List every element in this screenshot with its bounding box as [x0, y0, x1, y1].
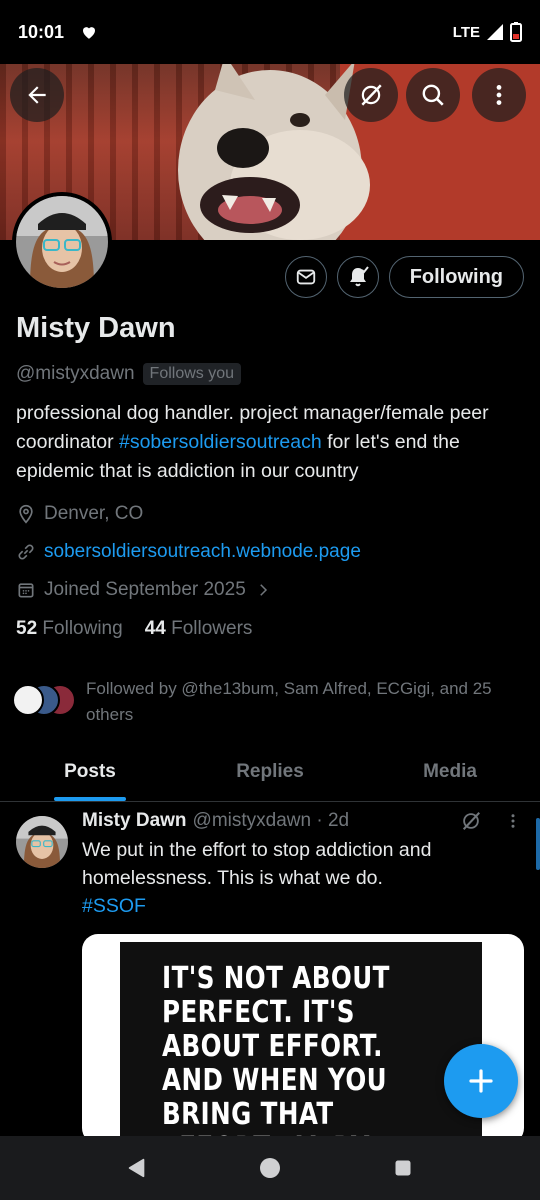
notifications-button[interactable]	[336, 256, 379, 298]
link-icon	[18, 544, 34, 560]
profile-bio: professional dog handler. project manage…	[16, 399, 524, 486]
follows-you-badge: Follows you	[142, 363, 242, 385]
more-button[interactable]	[472, 68, 526, 122]
post-image[interactable]: IT'S NOT ABOUT PERFECT. IT'S ABOUT EFFOR…	[82, 934, 524, 1144]
compose-button[interactable]	[444, 1044, 518, 1118]
back-arrow-icon	[28, 86, 46, 104]
followed-by-text: Followed by @the13bum, Sam Alfred, ECGig…	[86, 679, 492, 724]
status-bar: 10:01 LTE	[0, 0, 540, 64]
nav-recents-button[interactable]	[383, 1148, 423, 1188]
followers-label: Followers	[171, 618, 253, 639]
profile-info: Misty Dawn @mistyxdawn Follows you profe…	[16, 312, 524, 640]
message-button[interactable]	[284, 256, 327, 298]
post-avatar[interactable]	[16, 816, 68, 868]
more-vertical-icon	[496, 85, 502, 105]
following-label: Following	[42, 618, 123, 639]
follower-avatar	[12, 684, 44, 716]
search-button[interactable]	[406, 68, 460, 122]
circle-home-icon	[259, 1158, 280, 1178]
profile-website-link[interactable]: sobersoldiersoutreach.webnode.page	[44, 541, 361, 563]
plus-icon	[469, 1069, 493, 1093]
website-row: sobersoldiersoutreach.webnode.page	[16, 538, 524, 566]
chevron-right-icon	[259, 584, 267, 596]
status-time: 10:01	[18, 21, 65, 42]
quote-image-text: IT'S NOT ABOUT PERFECT. IT'S ABOUT EFFOR…	[162, 961, 390, 1145]
grok-icon[interactable]	[460, 810, 482, 832]
profile-joined: Joined September 2025	[44, 579, 246, 600]
grok-icon	[361, 84, 382, 106]
followers-count: 44	[144, 618, 166, 639]
post-text-body: We put in the effort to stop addiction a…	[82, 839, 432, 889]
profile-avatar[interactable]	[12, 192, 112, 292]
following-count: 52	[16, 618, 38, 639]
profile-tabs: Posts Replies Media	[0, 742, 540, 802]
followed-by-row[interactable]: Followed by @the13bum, Sam Alfred, ECGig…	[12, 676, 528, 728]
location-row: Denver, CO	[16, 500, 524, 528]
post-text: We put in the effort to stop addiction a…	[82, 836, 522, 920]
nav-home-button[interactable]	[250, 1148, 290, 1188]
heart-icon	[83, 27, 96, 39]
post-more-icon[interactable]	[504, 812, 522, 830]
profile-actions: Following	[284, 256, 524, 298]
post-hashtag-link[interactable]: #SSOF	[82, 895, 146, 917]
joined-row[interactable]: Joined September 2025	[16, 576, 524, 604]
signal-icon	[487, 24, 503, 40]
followers-avatar-stack	[12, 684, 76, 720]
calendar-icon	[18, 583, 34, 598]
follow-counts: 52 Following 44 Followers	[16, 618, 524, 640]
tab-replies[interactable]: Replies	[180, 742, 360, 801]
tab-media[interactable]: Media	[360, 742, 540, 801]
battery-icon	[510, 22, 522, 42]
quote-image: IT'S NOT ABOUT PERFECT. IT'S ABOUT EFFOR…	[120, 942, 482, 1144]
following-button[interactable]: Following	[388, 256, 524, 298]
post-author[interactable]: Misty Dawn	[82, 810, 187, 832]
grok-button[interactable]	[344, 68, 398, 122]
square-recents-icon	[395, 1160, 411, 1176]
scroll-indicator	[536, 818, 540, 870]
bio-hashtag-link[interactable]: #sobersoldiersoutreach	[119, 431, 322, 453]
search-icon	[422, 84, 444, 106]
post-header: Misty Dawn @mistyxdawn · 2d	[82, 810, 522, 832]
post-avatar-photo	[16, 816, 68, 868]
bell-check-icon	[349, 266, 369, 287]
back-button[interactable]	[10, 68, 64, 122]
avatar-photo	[16, 196, 108, 288]
following-count-link[interactable]: 52 Following	[16, 618, 123, 640]
tab-posts[interactable]: Posts	[0, 742, 180, 801]
followers-count-link[interactable]: 44 Followers	[145, 618, 253, 640]
triangle-back-icon	[128, 1158, 144, 1178]
network-label: LTE	[452, 23, 480, 41]
post-handle-time: @mistyxdawn · 2d	[192, 810, 350, 831]
location-pin-icon	[19, 504, 33, 524]
profile-name: Misty Dawn	[16, 312, 176, 344]
profile-handle: @mistyxdawn	[16, 363, 135, 384]
nav-back-button[interactable]	[117, 1148, 157, 1188]
mail-icon	[296, 269, 315, 285]
system-nav-bar	[0, 1136, 540, 1200]
profile-location: Denver, CO	[44, 503, 144, 524]
